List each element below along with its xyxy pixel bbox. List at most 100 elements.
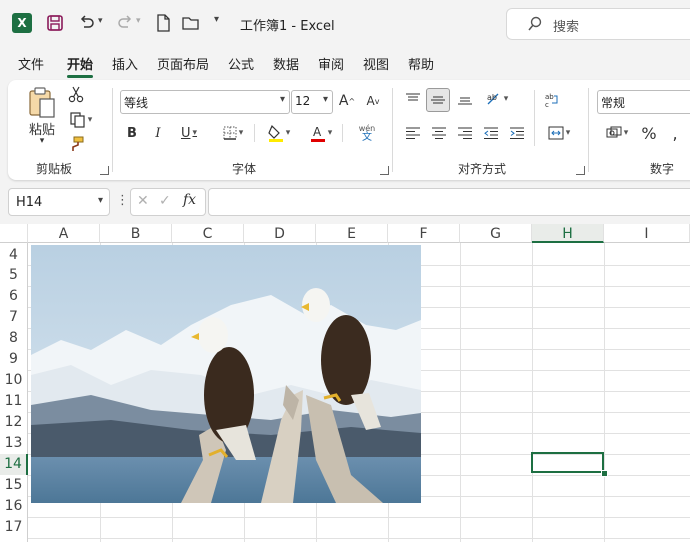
column-header[interactable]: B xyxy=(100,224,172,243)
row-header[interactable]: 10 xyxy=(0,370,28,391)
row-header[interactable]: 9 xyxy=(0,349,28,370)
insert-function-icon[interactable]: fx xyxy=(183,192,196,208)
copy-icon[interactable]: ▾ xyxy=(66,110,96,130)
redo-dropdown-icon[interactable]: ▾ xyxy=(136,16,141,26)
font-name-combo[interactable]: 等线 ▾ xyxy=(120,90,290,114)
save-icon[interactable] xyxy=(44,12,66,34)
row-header[interactable]: 11 xyxy=(0,391,28,412)
font-launcher-icon[interactable] xyxy=(380,166,389,175)
align-right-icon[interactable] xyxy=(454,122,476,144)
row-header[interactable]: 13 xyxy=(0,433,28,454)
row-header[interactable]: 5 xyxy=(0,265,28,286)
ribbon-separator xyxy=(588,88,589,172)
column-header-selected[interactable]: H xyxy=(532,224,604,243)
ribbon-separator xyxy=(342,124,343,142)
underline-icon[interactable]: U ▾ xyxy=(172,122,206,144)
name-box-value: H14 xyxy=(16,195,43,210)
top-align-icon[interactable] xyxy=(402,88,424,110)
new-file-icon[interactable] xyxy=(152,12,174,34)
enter-check-icon[interactable]: ✓ xyxy=(159,193,171,209)
increase-indent-icon[interactable] xyxy=(506,122,528,144)
tab-file[interactable]: 文件 xyxy=(18,54,44,73)
ribbon-separator xyxy=(254,124,255,142)
italic-icon[interactable]: I xyxy=(148,122,168,144)
open-folder-icon[interactable] xyxy=(180,12,202,34)
row-header[interactable]: 12 xyxy=(0,412,28,433)
active-cell[interactable] xyxy=(531,452,604,473)
tab-formulas[interactable]: 公式 xyxy=(228,54,254,73)
column-header[interactable]: G xyxy=(460,224,532,243)
search-label: 搜索 xyxy=(553,20,580,35)
cut-icon[interactable] xyxy=(66,84,86,104)
format-painter-icon[interactable] xyxy=(66,134,86,154)
redo-icon[interactable] xyxy=(114,12,136,34)
svg-text:c: c xyxy=(545,101,549,108)
row-header[interactable]: 6 xyxy=(0,286,28,307)
gridline xyxy=(28,517,690,518)
undo-icon[interactable] xyxy=(76,12,98,34)
tab-view[interactable]: 视图 xyxy=(363,54,389,73)
bottom-align-icon[interactable] xyxy=(454,88,476,110)
more-options-icon[interactable]: ⋮ xyxy=(116,193,129,208)
fill-color-icon[interactable]: ▾ xyxy=(260,122,298,144)
gridline xyxy=(532,243,533,542)
tab-insert[interactable]: 插入 xyxy=(112,54,138,73)
chevron-down-icon: ▾ xyxy=(97,195,103,206)
borders-icon[interactable]: ▾ xyxy=(216,122,250,144)
customize-qat-icon[interactable]: ▾ xyxy=(214,14,219,25)
percent-style-icon[interactable]: % xyxy=(638,122,660,144)
font-size-value: 12 xyxy=(295,94,311,108)
row-header[interactable]: 17 xyxy=(0,517,28,542)
font-color-icon[interactable]: A ▾ xyxy=(302,122,340,144)
phonetic-guide-icon[interactable]: wén 文 xyxy=(348,122,386,144)
accounting-format-icon[interactable]: ▾ xyxy=(598,122,636,144)
middle-align-icon[interactable] xyxy=(426,88,450,112)
decrease-indent-icon[interactable] xyxy=(480,122,502,144)
tab-home[interactable]: 开始 xyxy=(67,54,94,78)
cancel-icon[interactable]: ✕ xyxy=(137,193,149,209)
select-all-corner[interactable] xyxy=(0,224,28,243)
formula-input[interactable] xyxy=(208,188,690,216)
paste-dropdown-icon[interactable]: ▾ xyxy=(22,134,62,148)
decrease-font-size-icon[interactable]: Av xyxy=(362,90,384,112)
undo-dropdown-icon[interactable]: ▾ xyxy=(98,16,103,26)
row-header[interactable]: 8 xyxy=(0,328,28,349)
tab-review[interactable]: 审阅 xyxy=(318,54,344,73)
bold-icon[interactable]: B xyxy=(122,122,142,144)
column-header[interactable]: E xyxy=(316,224,388,243)
tab-help[interactable]: 帮助 xyxy=(408,54,434,73)
worksheet-grid[interactable]: A B C D E F G H I 4 5 6 7 8 9 10 11 12 1… xyxy=(0,224,690,542)
comma-style-icon[interactable]: , xyxy=(664,122,686,144)
gridline xyxy=(604,243,605,542)
title-bar: X ▾ ▾ ▾ 工作簿1 - Excel 搜索 xyxy=(0,0,690,46)
paste-icon[interactable] xyxy=(22,84,62,120)
tab-page-layout[interactable]: 页面布局 xyxy=(157,54,209,73)
column-header[interactable]: C xyxy=(172,224,244,243)
row-header[interactable]: 4 xyxy=(0,243,28,265)
align-center-icon[interactable] xyxy=(428,122,450,144)
number-format-combo[interactable]: 常规 xyxy=(597,90,690,114)
svg-text:ab: ab xyxy=(545,93,554,101)
row-header-selected[interactable]: 14 xyxy=(0,454,28,475)
wrap-text-icon[interactable]: ab c xyxy=(540,88,564,112)
row-header[interactable]: 7 xyxy=(0,307,28,328)
column-header[interactable]: I xyxy=(604,224,690,243)
name-box[interactable]: H14 ▾ xyxy=(8,188,110,216)
fill-handle[interactable] xyxy=(601,470,608,477)
search-box[interactable]: 搜索 xyxy=(506,8,690,40)
eagles-picture[interactable] xyxy=(31,245,421,503)
number-group-label: 数字 xyxy=(650,162,675,176)
clipboard-launcher-icon[interactable] xyxy=(100,166,109,175)
align-left-icon[interactable] xyxy=(402,122,424,144)
column-header[interactable]: F xyxy=(388,224,460,243)
font-size-combo[interactable]: 12 ▾ xyxy=(291,90,333,114)
row-header[interactable]: 15 xyxy=(0,475,28,496)
column-header[interactable]: D xyxy=(244,224,316,243)
column-header[interactable]: A xyxy=(28,224,100,243)
row-header[interactable]: 16 xyxy=(0,496,28,517)
merge-center-icon[interactable]: ▾ xyxy=(540,122,578,144)
tab-data[interactable]: 数据 xyxy=(273,54,299,73)
alignment-launcher-icon[interactable] xyxy=(576,166,585,175)
increase-font-size-icon[interactable]: A ^ xyxy=(336,90,358,112)
orientation-icon[interactable]: ab ▾ xyxy=(480,88,514,110)
